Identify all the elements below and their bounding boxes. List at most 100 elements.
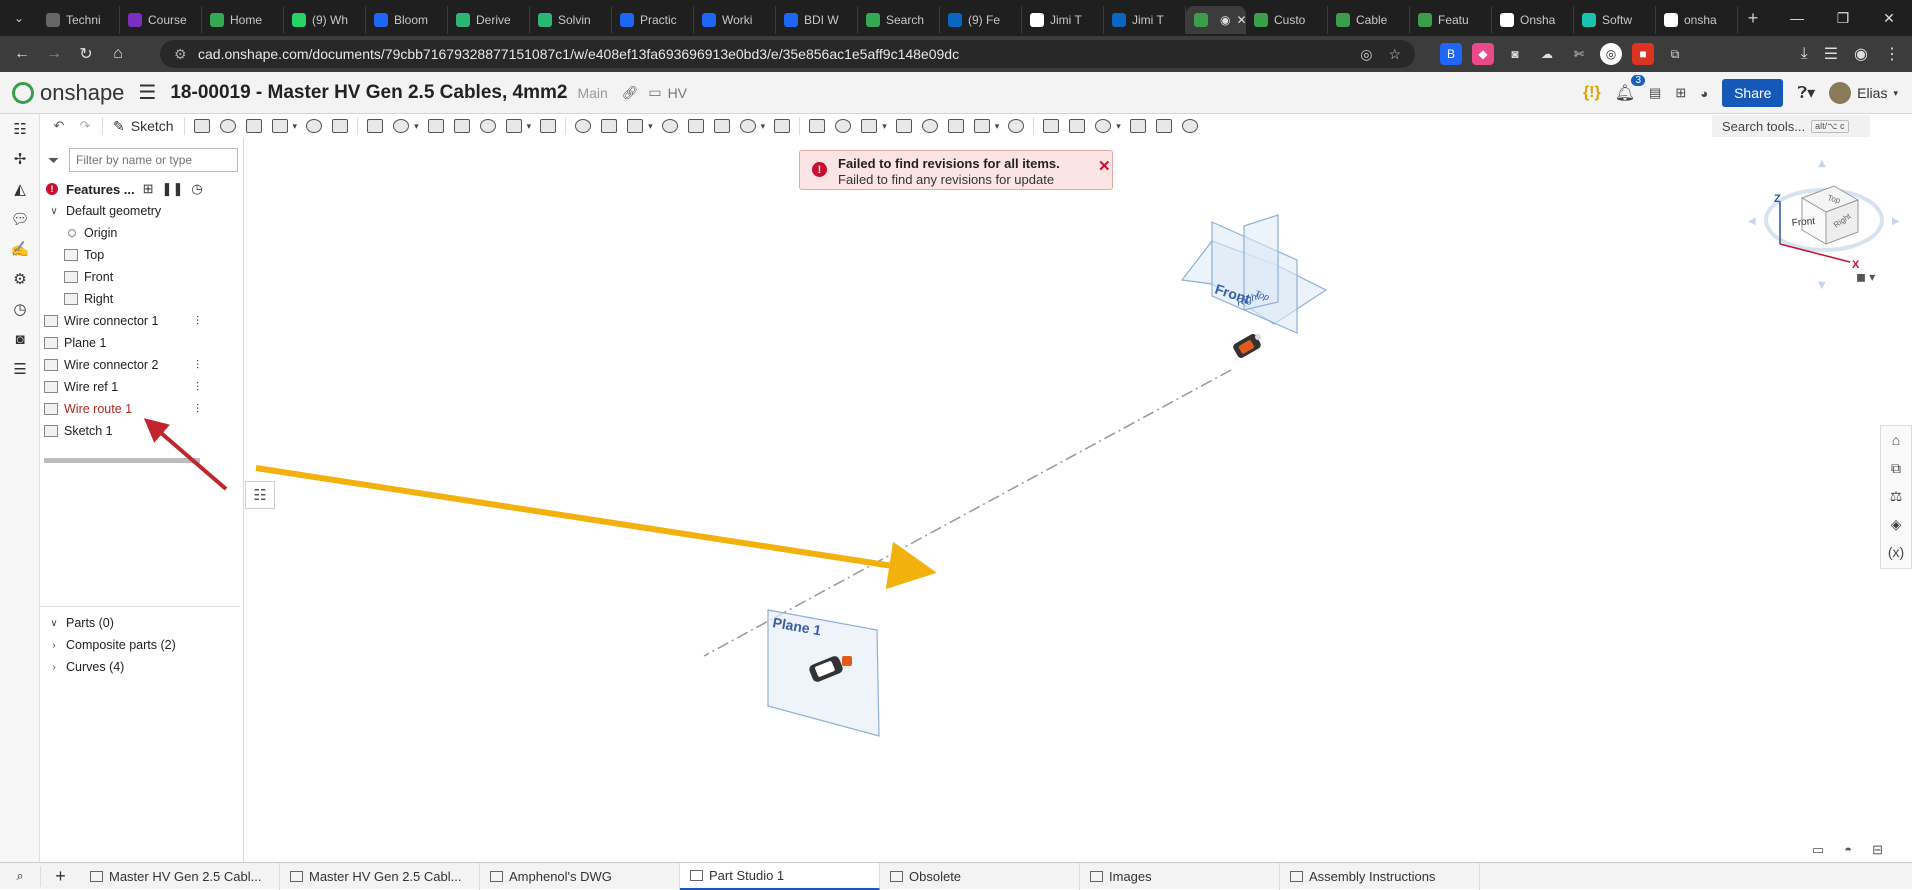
origin-row[interactable]: Origin <box>40 222 240 244</box>
redo-icon[interactable]: ↷ <box>72 115 98 137</box>
browser-tab[interactable]: (9) Wh <box>284 6 366 34</box>
flange-tool-icon[interactable] <box>830 115 856 137</box>
browser-tab[interactable]: BDI W <box>776 6 858 34</box>
feature-row[interactable]: Wire route 1 ⫶ <box>40 398 240 420</box>
search-tools-input[interactable]: Search tools... alt/⌥ c <box>1712 115 1870 137</box>
connector-pin-icon[interactable]: ⫶ <box>196 358 199 373</box>
configuration-badge[interactable]: {!} <box>1583 84 1601 102</box>
edit-notes-icon[interactable]: ✍ <box>0 234 40 264</box>
connector-pin-icon[interactable]: ⫶ <box>196 402 199 417</box>
split-tool-icon[interactable] <box>622 115 648 137</box>
wire-connector-1-model[interactable] <box>1232 333 1263 360</box>
chevron-down-icon[interactable]: ∨ <box>46 206 62 217</box>
media-icon[interactable]: ☰ <box>1824 44 1838 64</box>
minimize-icon[interactable]: — <box>1774 0 1820 36</box>
section-view-icon[interactable]: ◈ <box>1881 510 1911 538</box>
hole-tool-icon[interactable] <box>475 115 501 137</box>
element-tab[interactable]: Master HV Gen 2.5 Cabl... <box>280 862 480 890</box>
stopwatch-icon[interactable]: ◷ <box>191 181 202 197</box>
appearance-icon[interactable]: ◭ <box>0 174 40 204</box>
folder-breadcrumb[interactable]: ▭ HV <box>648 84 687 101</box>
plane-row-top[interactable]: Top <box>40 244 240 266</box>
browser-tab[interactable]: onsha <box>1656 6 1738 34</box>
browser-tab[interactable]: (9) Fe <box>940 6 1022 34</box>
app-store-icon[interactable]: ⊞ <box>1675 85 1686 101</box>
chamfer-tool-icon[interactable] <box>362 115 388 137</box>
draft-tool-icon[interactable] <box>388 115 414 137</box>
wire-route-tool-icon[interactable] <box>735 115 761 137</box>
boolean-tool-icon[interactable] <box>596 115 622 137</box>
browser-tab[interactable]: Bloom <box>366 6 448 34</box>
element-tab[interactable]: Amphenol's DWG <box>480 862 680 890</box>
parts-icon[interactable]: ⚙ <box>0 264 40 294</box>
transform-tool-icon[interactable] <box>657 115 683 137</box>
weld-tool-icon[interactable] <box>891 115 917 137</box>
sweep-tool-icon[interactable] <box>241 115 267 137</box>
browser-tab[interactable]: ◉ ✕ <box>1186 6 1246 34</box>
connector-pin-icon[interactable]: ⫶ <box>196 314 199 329</box>
rotate-right-icon[interactable]: ▶ <box>1892 216 1900 227</box>
browser-tab[interactable]: Home <box>202 6 284 34</box>
document-title[interactable]: 18-00019 - Master HV Gen 2.5 Cables, 4mm… <box>170 82 567 104</box>
learning-center-icon[interactable]: ◕ <box>1700 86 1708 101</box>
site-info-icon[interactable]: ⚙ <box>174 46 190 63</box>
plane-row-right[interactable]: Right <box>40 288 240 310</box>
part-studio-icon[interactable]: ⧉ <box>1881 454 1911 482</box>
browser-tab[interactable]: Derive <box>448 6 530 34</box>
browser-tab[interactable]: Course <box>120 6 202 34</box>
default-geometry-row[interactable]: ∨ Default geometry <box>40 200 240 222</box>
help-icon[interactable]: ❓︎▾ <box>1797 83 1815 103</box>
browser-menu-icon[interactable]: ⋮ <box>1884 44 1900 64</box>
feature-row[interactable]: Plane 1 <box>40 332 240 354</box>
browser-tab[interactable]: Featu <box>1410 6 1492 34</box>
tag-tool-icon[interactable] <box>969 115 995 137</box>
fillet-tool-icon[interactable] <box>327 115 353 137</box>
wire-tool-icon[interactable] <box>709 115 735 137</box>
connector-tool-icon[interactable] <box>769 115 795 137</box>
mate-connector-icon[interactable]: ✢ <box>0 144 40 174</box>
extension-icon[interactable]: ✄ <box>1568 43 1590 65</box>
crosshair-tool-icon[interactable] <box>1151 115 1177 137</box>
element-tab[interactable]: Master HV Gen 2.5 Cabl... <box>80 862 280 890</box>
feature-row[interactable]: Wire connector 2 ⫶ <box>40 354 240 376</box>
branch-label[interactable]: Main <box>577 85 607 101</box>
browser-tab[interactable]: Techni <box>38 6 120 34</box>
frame-tool-icon[interactable] <box>856 115 882 137</box>
bill-of-materials-icon[interactable]: ☰ <box>0 354 40 384</box>
add-tab-button[interactable]: + <box>40 865 80 887</box>
feature-list-icon[interactable]: ☷ <box>0 114 40 144</box>
close-tab-icon[interactable]: ✕ <box>1236 13 1246 27</box>
rotate-view-tool-icon[interactable] <box>1177 115 1203 137</box>
mirror-tool-icon[interactable] <box>570 115 596 137</box>
chevron-down-icon[interactable]: ∨ <box>46 618 62 629</box>
configure-tool-icon[interactable] <box>943 115 969 137</box>
tab-search-icon[interactable]: ⌄ <box>0 0 38 36</box>
sketch-button[interactable]: ✎ Sketch <box>107 118 180 135</box>
filter-icon[interactable]: ⏷ <box>48 152 63 169</box>
element-tab[interactable]: Images <box>1080 862 1280 890</box>
feature-row[interactable]: Sketch 1 <box>40 420 240 442</box>
feature-filter-input[interactable] <box>69 148 238 172</box>
eye-off-icon[interactable]: ◎ <box>1360 46 1372 63</box>
mate-tool-icon[interactable] <box>1003 115 1029 137</box>
assembly-tool-icon[interactable] <box>1038 115 1064 137</box>
notifications-bell-icon[interactable]: 🔔︎ 3 <box>1615 75 1646 103</box>
user-menu[interactable]: Elias ▾ <box>1829 82 1898 104</box>
browser-tab[interactable]: Worki <box>694 6 776 34</box>
timer-icon[interactable]: ◷ <box>0 294 40 324</box>
extension-icon[interactable]: B <box>1440 43 1462 65</box>
rib-tool-icon[interactable] <box>423 115 449 137</box>
chevron-down-icon[interactable]: ▾ <box>761 121 766 132</box>
download-icon[interactable]: ⤓ <box>1801 45 1808 63</box>
pause-icon[interactable]: ❚❚ <box>162 181 184 197</box>
parts-row[interactable]: ∨ Parts (0) <box>40 612 240 634</box>
cylinder-tool-icon[interactable] <box>501 115 527 137</box>
plane-tool-icon[interactable] <box>189 115 215 137</box>
share-button[interactable]: Share <box>1722 79 1784 107</box>
new-tab-button[interactable]: + <box>1738 8 1768 29</box>
loft-tool-icon[interactable] <box>267 115 293 137</box>
export-tool-icon[interactable] <box>1064 115 1090 137</box>
variable-tool-icon[interactable] <box>917 115 943 137</box>
home-icon[interactable]: ⌂ <box>102 38 134 70</box>
chevron-down-icon[interactable]: ▾ <box>293 121 298 132</box>
